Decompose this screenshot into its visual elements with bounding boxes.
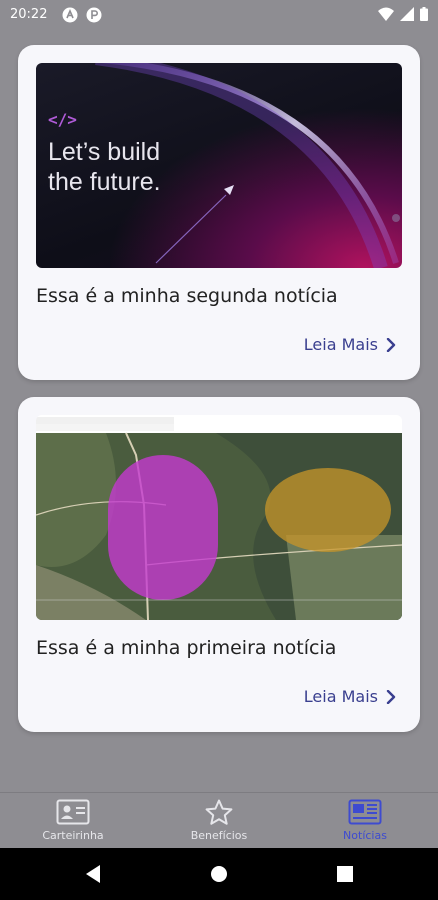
news-title-1: Essa é a minha segunda notícia <box>36 285 338 307</box>
read-more-button-1[interactable]: Leia Mais <box>304 335 396 354</box>
read-more-label-1: Leia Mais <box>303 335 378 354</box>
nav-label-noticias: Notícias <box>343 829 387 842</box>
image-headline: Let’s build the future. <box>48 137 161 197</box>
read-more-button-2[interactable]: Leia Mais <box>304 687 396 706</box>
back-icon[interactable] <box>84 864 102 884</box>
news-image-2 <box>36 415 402 620</box>
nav-item-noticias[interactable]: Notícias <box>310 799 420 842</box>
status-right-icons <box>378 7 428 21</box>
chevron-right-icon <box>386 337 396 352</box>
nav-label-beneficios: Benefícios <box>190 829 248 842</box>
id-card-icon <box>56 799 90 825</box>
image-headline-line-1: Let’s build <box>48 138 161 166</box>
nav-label-carteirinha: Carteirinha <box>42 829 104 842</box>
wifi-icon <box>378 7 394 21</box>
news-title-2: Essa é a minha primeira notícia <box>36 637 337 659</box>
status-bar: 20:22 <box>0 0 438 30</box>
news-card-1[interactable]: </> Let’s build the future. Essa é a min… <box>18 45 420 380</box>
star-icon <box>205 799 233 825</box>
system-nav-bar <box>0 848 438 900</box>
p-icon <box>86 7 102 23</box>
signal-icon <box>400 7 414 21</box>
status-time: 20:22 <box>10 7 48 22</box>
newspaper-icon <box>348 799 382 825</box>
bottom-nav: Carteirinha Benefícios Notícias <box>0 792 438 849</box>
read-more-label-2: Leia Mais <box>303 687 378 706</box>
a-icon <box>62 7 78 23</box>
recents-icon[interactable] <box>336 864 354 884</box>
image-headline-line-2: the future. <box>48 168 161 196</box>
satellite-map-graphic <box>36 415 402 620</box>
nav-item-carteirinha[interactable]: Carteirinha <box>18 799 128 842</box>
nav-item-beneficios[interactable]: Benefícios <box>164 799 274 842</box>
status-app-icons <box>62 7 102 23</box>
home-icon[interactable] <box>210 864 228 884</box>
news-card-2[interactable]: Essa é a minha primeira notícia Leia Mai… <box>18 397 420 732</box>
chevron-right-icon <box>386 689 396 704</box>
battery-icon <box>420 7 428 21</box>
news-image-1: </> Let’s build the future. <box>36 63 402 268</box>
code-symbol: </> <box>48 110 77 129</box>
